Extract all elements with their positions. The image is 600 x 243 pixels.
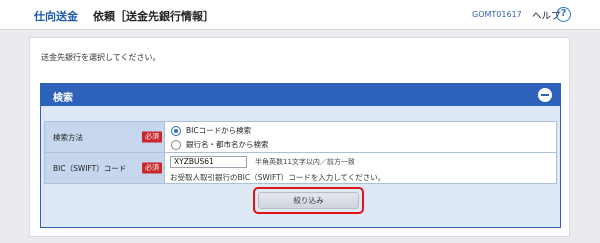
bic-code-note: お受取人取引銀行のBIC（SWIFT）コードを入力してください。 <box>170 173 386 182</box>
main-panel: 送金先銀行を選択してください。 検索 検索方法 必須 BICコードから検索 銀行… <box>29 37 570 237</box>
search-method-label-cell: 検索方法 必須 <box>44 121 165 153</box>
search-method-options: BICコードから検索 銀行名・都市名から検索 <box>164 121 557 153</box>
search-method-row: 検索方法 必須 BICコードから検索 銀行名・都市名から検索 <box>44 121 557 153</box>
search-method-label: 検索方法 <box>53 132 83 142</box>
bic-code-value-cell: XYZBUS61 半角英数11文字以内／前方一致 お受取人取引銀行のBIC（SW… <box>164 152 557 184</box>
required-badge: 必須 <box>142 131 162 143</box>
minus-circle-icon[interactable] <box>538 88 552 102</box>
search-form: 検索方法 必須 BICコードから検索 銀行名・都市名から検索 BIC（SWIFT… <box>44 121 557 184</box>
required-badge: 必須 <box>142 162 162 174</box>
page-title: 依頼［送金先銀行情報］ <box>93 10 214 23</box>
bic-code-input[interactable]: XYZBUS61 <box>170 156 247 168</box>
bic-code-hint: 半角英数11文字以内／前方一致 <box>255 158 355 166</box>
filter-button[interactable]: 絞り込み <box>258 192 359 209</box>
help-icon[interactable]: ? <box>556 7 571 22</box>
bic-code-label-cell: BIC（SWIFT）コード 必須 <box>44 152 165 184</box>
search-header: 検索 <box>41 84 560 106</box>
search-title: 検索 <box>53 93 73 104</box>
radio-unselected-icon[interactable] <box>171 139 181 150</box>
radio-option-bic-label: BICコードから検索 <box>186 126 252 135</box>
search-section: 検索 検索方法 必須 BICコードから検索 銀行名・都市名から検索 BIC（SW… <box>40 83 561 228</box>
bic-code-label: BIC（SWIFT）コード <box>53 163 127 173</box>
radio-option-bank-name-label: 銀行名・都市名から検索 <box>186 140 269 149</box>
search-body: 検索方法 必須 BICコードから検索 銀行名・都市名から検索 BIC（SWIFT… <box>41 106 560 227</box>
top-bar: 仕向送金 依頼［送金先銀行情報］ GOMT01617 ヘルプ ? <box>0 0 600 30</box>
radio-selected-icon[interactable] <box>171 125 181 136</box>
screen-id: GOMT01617 <box>472 10 522 19</box>
bic-code-row: BIC（SWIFT）コード 必須 XYZBUS61 半角英数11文字以内／前方一… <box>44 152 557 184</box>
instruction-text: 送金先銀行を選択してください。 <box>41 53 161 62</box>
radio-option-bank-name[interactable]: 銀行名・都市名から検索 <box>171 139 269 150</box>
app-name: 仕向送金 <box>34 10 78 23</box>
radio-option-bic[interactable]: BICコードから検索 <box>171 125 251 136</box>
